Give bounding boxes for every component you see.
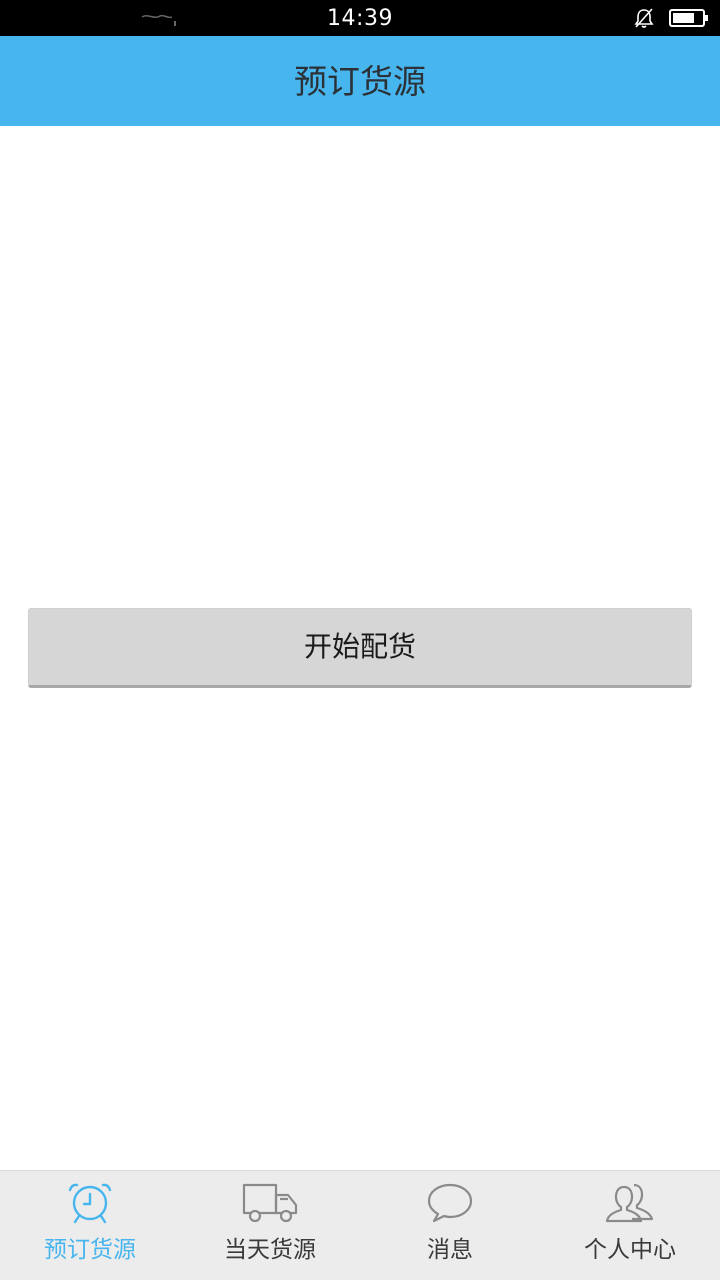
page-title: 预订货源 (294, 62, 426, 101)
tab-profile[interactable]: 个人中心 (540, 1171, 720, 1281)
status-time: 14:39 (327, 6, 393, 31)
users-icon (605, 1183, 654, 1223)
bell-muted-icon (634, 8, 654, 28)
tab-label: 个人中心 (584, 1237, 676, 1263)
start-dispatch-button[interactable]: 开始配货 (28, 608, 692, 688)
tab-label: 预订货源 (44, 1237, 136, 1263)
app-header: 预订货源 (0, 36, 720, 126)
tab-label: 当天货源 (224, 1237, 316, 1263)
tab-label: 消息 (427, 1237, 473, 1263)
tab-today-goods[interactable]: 当天货源 (180, 1171, 360, 1281)
battery-icon (669, 9, 708, 27)
alarm-clock-icon (68, 1183, 112, 1224)
tab-booked-goods[interactable]: 预订货源 (0, 1171, 180, 1281)
tab-messages[interactable]: 消息 (360, 1171, 540, 1281)
chat-bubble-icon (427, 1183, 473, 1223)
status-bar: 14:39 (0, 0, 720, 36)
bottom-tab-bar: 预订货源 当天货源 消息 个人中心 (0, 1170, 720, 1280)
truck-icon (242, 1183, 298, 1223)
